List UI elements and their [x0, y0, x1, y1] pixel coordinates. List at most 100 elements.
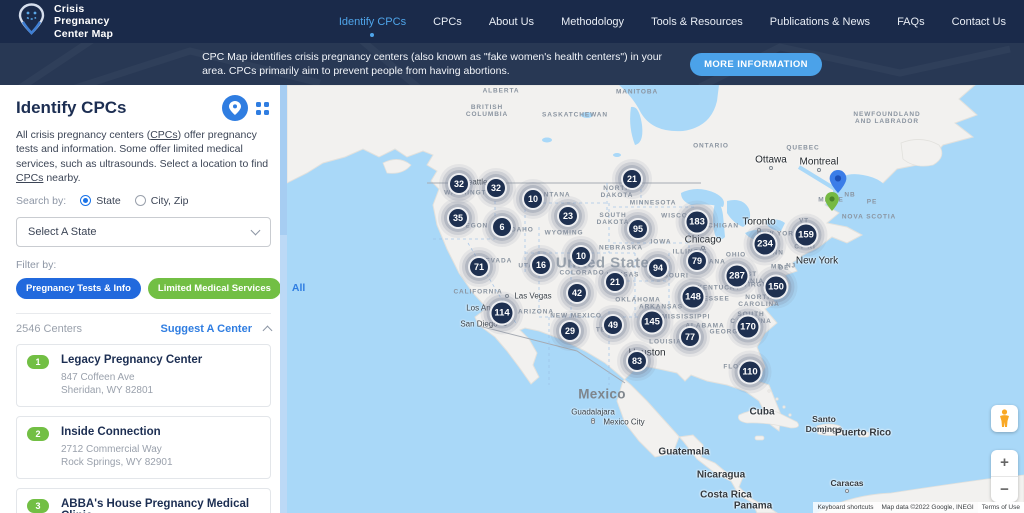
filter-by-label: Filter by: — [16, 259, 271, 271]
center-card[interactable]: 1 Legacy Pregnancy Center847 Coffeen AveS… — [16, 344, 271, 407]
city-dot-icon — [701, 246, 705, 250]
center-card[interactable]: 2 Inside Connection 2712 Commercial WayRoc… — [16, 416, 271, 479]
cluster-marker-23[interactable]: 23 — [557, 205, 579, 227]
city-dot-icon — [845, 489, 849, 493]
cluster-marker-21[interactable]: 21 — [604, 271, 626, 293]
center-info: Legacy Pregnancy Center847 Coffeen AveSh… — [61, 354, 202, 397]
radio-city-zip-control[interactable] — [135, 195, 146, 206]
filter-pill-limited-medical-services[interactable]: Limited Medical Services — [148, 278, 281, 299]
banner-message: CPC Map identifies crisis pregnancy cent… — [202, 50, 664, 78]
suggest-a-center-link[interactable]: Suggest A Center — [161, 323, 252, 335]
center-rank-badge: 1 — [27, 355, 49, 369]
cluster-marker-71[interactable]: 71 — [468, 256, 490, 278]
city-dot-icon — [822, 430, 826, 434]
cluster-marker-35[interactable]: 35 — [447, 207, 469, 229]
cluster-marker-6[interactable]: 6 — [491, 216, 513, 238]
cluster-marker-10[interactable]: 10 — [570, 245, 592, 267]
cluster-marker-145[interactable]: 145 — [640, 310, 665, 335]
map-viewport[interactable]: BRITISH COLUMBIAALBERTASASKATCHEWANMANIT… — [287, 85, 1024, 513]
nav-item-about-us[interactable]: About Us — [489, 16, 534, 28]
cluster-marker-114[interactable]: 114 — [490, 301, 515, 326]
cluster-marker-234[interactable]: 234 — [753, 232, 778, 257]
center-info: ABBA's House Pregnancy Medical Clinic242… — [61, 498, 260, 513]
cluster-marker-159[interactable]: 159 — [794, 223, 819, 248]
state-select-value: Select A State — [28, 226, 97, 238]
city-dot-icon — [817, 168, 821, 172]
info-banner: CPC Map identifies crisis pregnancy cent… — [0, 43, 1024, 85]
radio-city-zip-label: City, Zip — [151, 195, 189, 207]
cluster-marker-287[interactable]: 287 — [725, 264, 750, 289]
radio-search-city-zip[interactable]: City, Zip — [135, 195, 189, 207]
nav-item-tools-resources[interactable]: Tools & Resources — [651, 16, 743, 28]
centers-list: 1 Legacy Pregnancy Center847 Coffeen AveS… — [0, 344, 287, 513]
map-data-credit: Map data ©2022 Google, INEGI — [877, 502, 977, 513]
cluster-marker-42[interactable]: 42 — [566, 282, 588, 304]
nav-item-cpcs[interactable]: CPCs — [433, 16, 462, 28]
terms-of-use-link[interactable]: Terms of Use — [978, 502, 1024, 513]
cluster-marker-110[interactable]: 110 — [738, 360, 763, 385]
center-name: Inside Connection — [61, 426, 173, 438]
nav-item-faqs[interactable]: FAQs — [897, 16, 925, 28]
center-name: Legacy Pregnancy Center — [61, 354, 202, 366]
intro-text-part: nearby. — [43, 172, 80, 184]
main-nav: Identify CPCs CPCs About Us Methodology Tool… — [339, 16, 1006, 28]
cluster-marker-183[interactable]: 183 — [685, 210, 710, 235]
nav-item-identify-cpcs[interactable]: Identify CPCs — [339, 16, 406, 28]
collapse-list-chevron-icon[interactable] — [263, 325, 273, 335]
cluster-marker-95[interactable]: 95 — [627, 218, 649, 240]
map-pin-green[interactable] — [825, 192, 839, 216]
cluster-marker-77[interactable]: 77 — [679, 326, 701, 348]
cluster-marker-150[interactable]: 150 — [764, 275, 789, 300]
map-view-toggle-button[interactable] — [222, 95, 248, 121]
cluster-marker-94[interactable]: 94 — [647, 257, 669, 279]
cpcs-link[interactable]: CPCs — [16, 172, 43, 184]
filter-all-link[interactable]: All — [292, 282, 305, 294]
cluster-marker-79[interactable]: 79 — [686, 250, 708, 272]
chevron-down-icon — [251, 225, 261, 235]
center-address: 2712 Commercial WayRock Springs, WY 8290… — [61, 443, 173, 469]
center-info: Inside Connection 2712 Commercial WayRock… — [61, 426, 173, 469]
cluster-marker-10[interactable]: 10 — [522, 188, 544, 210]
zoom-out-button[interactable]: − — [991, 477, 1018, 503]
radio-search-state[interactable]: State — [80, 195, 121, 207]
page-title: Identify CPCs — [16, 98, 222, 118]
cluster-marker-49[interactable]: 49 — [602, 314, 624, 336]
more-information-button[interactable]: MORE INFORMATION — [690, 53, 822, 76]
nav-item-methodology[interactable]: Methodology — [561, 16, 624, 28]
filter-pills: Pregnancy Tests & InfoLimited Medical Se… — [16, 278, 271, 299]
cluster-marker-32[interactable]: 32 — [448, 173, 470, 195]
cpcs-link[interactable]: CPCs — [150, 129, 177, 141]
filter-pill-pregnancy-tests-info[interactable]: Pregnancy Tests & Info — [16, 278, 141, 299]
center-address-line2: Rock Springs, WY 82901 — [61, 456, 173, 469]
cluster-marker-21[interactable]: 21 — [621, 168, 643, 190]
zoom-in-button[interactable]: + — [991, 450, 1018, 477]
map-attribution: Keyboard shortcuts Map data ©2022 Google… — [813, 502, 1024, 513]
map-base-layer — [287, 85, 1024, 513]
city-dot-icon — [769, 166, 773, 170]
state-select-dropdown[interactable]: Select A State — [16, 217, 271, 247]
nav-item-publications-news[interactable]: Publications & News — [770, 16, 870, 28]
cluster-marker-170[interactable]: 170 — [736, 315, 761, 340]
street-view-pegman-button[interactable] — [991, 405, 1018, 432]
sidebar-scrollbar[interactable] — [280, 85, 287, 513]
cluster-marker-148[interactable]: 148 — [681, 285, 706, 310]
radio-state-control[interactable] — [80, 195, 91, 206]
city-dot-icon — [505, 294, 509, 298]
logo[interactable]: Crisis Pregnancy Center Map — [18, 3, 113, 40]
center-name: ABBA's House Pregnancy Medical Clinic — [61, 498, 260, 513]
center-card[interactable]: 3 ABBA's House Pregnancy Medical Clinic24… — [16, 488, 271, 513]
intro-text: All crisis pregnancy centers (CPCs) offe… — [16, 128, 271, 186]
cluster-marker-83[interactable]: 83 — [626, 350, 648, 372]
cluster-marker-16[interactable]: 16 — [530, 254, 552, 276]
cluster-marker-32[interactable]: 32 — [485, 177, 507, 199]
center-address-line1: 2712 Commercial Way — [61, 443, 173, 456]
cluster-marker-29[interactable]: 29 — [559, 320, 581, 342]
center-rank-badge: 2 — [27, 427, 49, 441]
sidebar-panel: Identify CPCs All crisis pregnancy cente… — [0, 85, 287, 513]
grid-view-toggle-button[interactable] — [256, 102, 269, 115]
keyboard-shortcuts-link[interactable]: Keyboard shortcuts — [813, 502, 877, 513]
nav-item-contact-us[interactable]: Contact Us — [952, 16, 1006, 28]
centers-count: 2546 Centers — [16, 323, 161, 335]
center-rank-badge: 3 — [27, 499, 49, 513]
zoom-control: + − — [991, 450, 1018, 502]
